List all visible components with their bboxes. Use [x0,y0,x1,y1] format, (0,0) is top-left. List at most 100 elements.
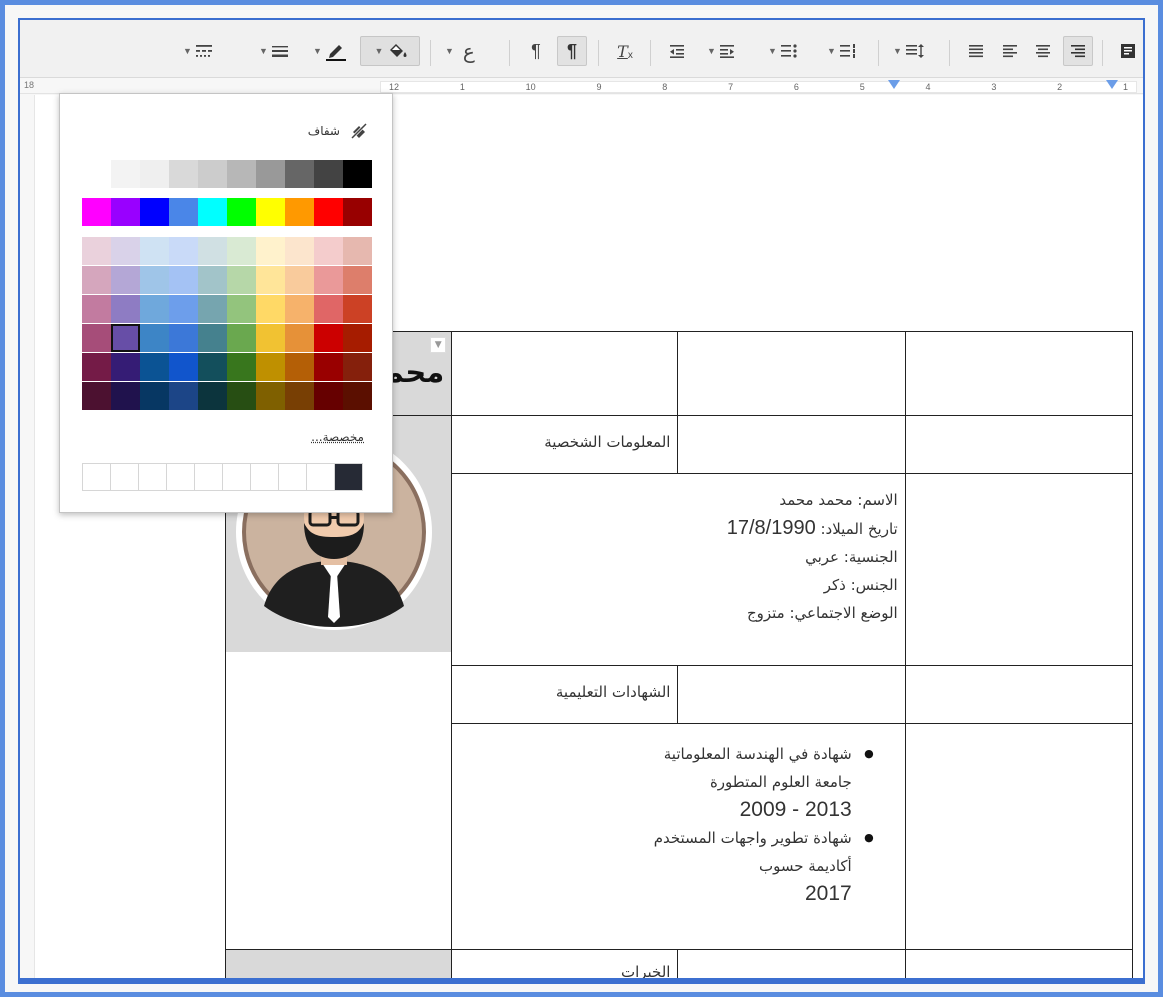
color-swatch[interactable] [314,160,343,188]
ruler[interactable]: 18 12 1 10 9 8 7 6 5 4 3 2 1 [20,78,1143,94]
color-swatch[interactable] [198,295,227,323]
color-swatch[interactable] [198,382,227,410]
color-swatch[interactable] [110,463,139,491]
education-heading-cell[interactable]: الشهادات التعليمية [451,665,679,724]
equation-dropdown[interactable]: ▼ ع [442,36,475,66]
numbered-list-dropdown[interactable]: ▼ [824,36,857,66]
color-swatch[interactable] [111,160,140,188]
color-swatch[interactable] [111,295,140,323]
indent-right-icon[interactable] [1113,36,1143,66]
color-swatch[interactable] [285,266,314,294]
color-swatch[interactable] [285,324,314,352]
color-swatch[interactable] [227,198,256,226]
color-swatch[interactable] [343,295,372,323]
color-swatch[interactable] [278,463,307,491]
color-swatch[interactable] [82,160,111,188]
color-swatch[interactable] [343,266,372,294]
color-swatch[interactable] [140,266,169,294]
color-swatch[interactable] [198,237,227,265]
color-swatch[interactable] [227,382,256,410]
personal-heading-cell[interactable]: المعلومات الشخصية [451,415,679,474]
color-swatch[interactable] [169,266,198,294]
color-swatch[interactable] [314,353,343,381]
color-swatch[interactable] [227,295,256,323]
color-swatch[interactable] [314,382,343,410]
color-swatch[interactable] [82,266,111,294]
color-swatch[interactable] [285,198,314,226]
color-swatch[interactable] [111,353,140,381]
color-swatch[interactable] [256,382,285,410]
color-swatch[interactable] [285,353,314,381]
color-swatch[interactable] [256,324,285,352]
clear-formatting-icon[interactable]: Tx [610,36,640,66]
color-swatch[interactable] [166,463,195,491]
color-swatch[interactable] [140,295,169,323]
color-swatch[interactable] [256,295,285,323]
justify-icon[interactable] [961,36,991,66]
color-swatch[interactable] [285,160,314,188]
color-swatch[interactable] [111,198,140,226]
color-swatch[interactable] [314,295,343,323]
color-swatch[interactable] [169,353,198,381]
table-cell[interactable] [677,949,906,978]
color-swatch[interactable] [227,324,256,352]
text-color-button[interactable]: ▼ [310,36,347,66]
color-swatch[interactable] [111,266,140,294]
color-swatch[interactable] [256,237,285,265]
ltr-icon[interactable]: ¶ [521,36,551,66]
rtl-icon[interactable]: ¶ [557,36,587,66]
color-swatch[interactable] [82,198,111,226]
align-right-icon[interactable] [1063,36,1093,66]
line-spacing-dropdown[interactable]: ▼ [890,36,925,66]
border-dash-dropdown[interactable]: ▼ [180,36,213,66]
color-swatch[interactable] [140,382,169,410]
color-swatch[interactable] [227,237,256,265]
table-cell[interactable] [677,415,906,474]
color-swatch[interactable] [314,266,343,294]
color-swatch[interactable] [198,266,227,294]
color-swatch[interactable] [222,463,251,491]
color-swatch[interactable] [111,324,140,352]
bulleted-list-dropdown[interactable]: ▼ [765,36,798,66]
color-swatch[interactable] [82,463,111,491]
color-swatch[interactable] [111,237,140,265]
color-swatch[interactable] [256,160,285,188]
color-swatch[interactable] [82,382,111,410]
color-swatch[interactable] [343,237,372,265]
table-cell[interactable] [904,415,1134,474]
color-swatch[interactable] [169,324,198,352]
color-swatch[interactable] [140,353,169,381]
custom-color-link[interactable]: مخصصة... [311,430,364,444]
color-swatch[interactable] [82,295,111,323]
color-swatch[interactable] [256,353,285,381]
education-list-cell[interactable]: شهادة في الهندسة المعلوماتية جامعة العلو… [451,723,906,950]
color-swatch[interactable] [169,382,198,410]
color-swatch[interactable] [140,160,169,188]
table-cell[interactable] [904,473,1134,666]
color-swatch[interactable] [343,160,372,188]
color-swatch[interactable] [256,266,285,294]
color-swatch[interactable] [194,463,223,491]
chevron-down-icon[interactable]: ▼ [430,337,447,353]
color-swatch[interactable] [314,198,343,226]
color-swatch[interactable] [227,160,256,188]
increase-indent-icon[interactable] [662,36,692,66]
color-swatch[interactable] [343,198,372,226]
table-cell[interactable] [904,949,1134,978]
color-swatch[interactable] [250,463,279,491]
color-swatch[interactable] [82,237,111,265]
color-swatch[interactable] [285,382,314,410]
color-swatch[interactable] [227,353,256,381]
color-swatch[interactable] [343,324,372,352]
color-swatch[interactable] [314,324,343,352]
color-swatch[interactable] [140,198,169,226]
align-left-icon[interactable] [995,36,1025,66]
color-swatch[interactable] [343,353,372,381]
table-cell[interactable] [451,331,679,416]
ruler-strip[interactable]: 12 1 10 9 8 7 6 5 4 3 2 1 [380,81,1137,93]
color-swatch[interactable] [138,463,167,491]
highlight-color-button[interactable]: ▼ [360,36,420,66]
color-swatch[interactable] [334,463,363,491]
color-swatch[interactable] [198,198,227,226]
color-swatch[interactable] [140,324,169,352]
